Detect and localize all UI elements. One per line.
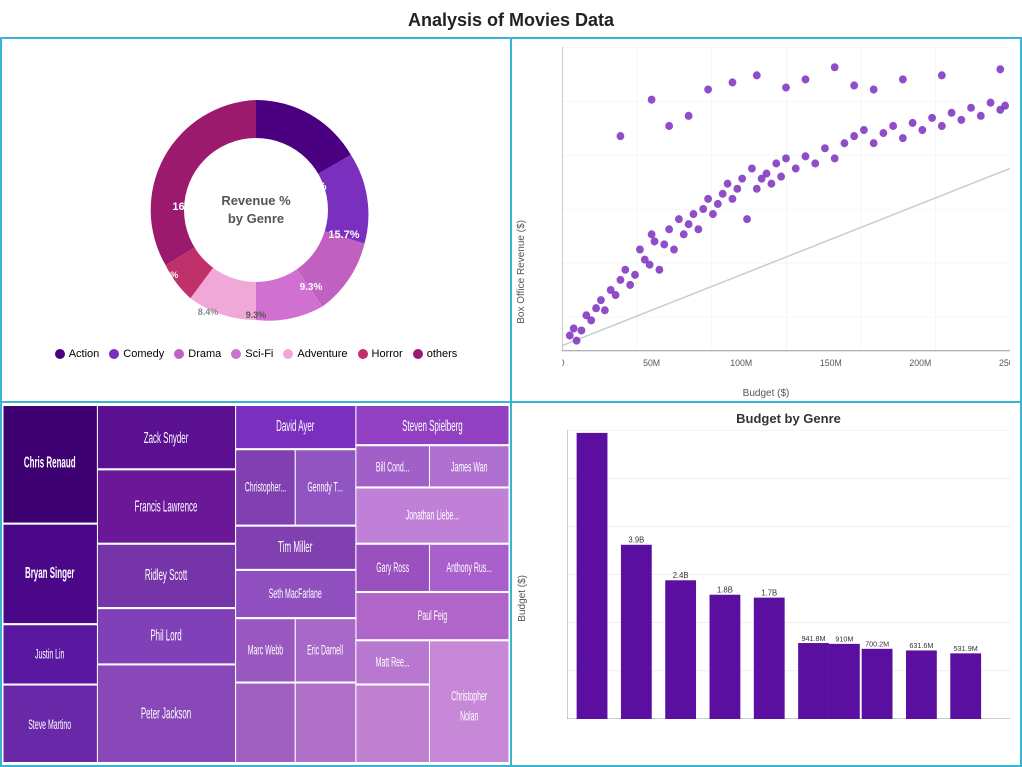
svg-text:1.7B: 1.7B	[761, 588, 777, 597]
svg-text:700.2M: 700.2M	[865, 639, 889, 648]
legend-adventure: Adventure	[283, 348, 347, 360]
svg-text:Nolan: Nolan	[460, 709, 478, 724]
svg-text:Justin Lin: Justin Lin	[35, 647, 64, 662]
svg-text:100M: 100M	[730, 358, 752, 368]
legend-drama: Drama	[174, 348, 221, 360]
svg-text:Anthony Rus...: Anthony Rus...	[446, 561, 492, 576]
svg-text:1.8B: 1.8B	[717, 585, 733, 594]
svg-text:200M: 200M	[909, 358, 931, 368]
bar-y-label: Budget ($)	[517, 575, 528, 622]
svg-text:531.9M: 531.9M	[954, 644, 978, 653]
svg-text:36.3%: 36.3%	[295, 181, 326, 193]
legend-action: Action	[55, 348, 100, 360]
legend-others: others	[413, 348, 458, 360]
svg-text:Eric Darnell: Eric Darnell	[307, 643, 343, 658]
legend-scifi: Sci-Fi	[231, 348, 273, 360]
svg-text:Gary Ross: Gary Ross	[376, 561, 409, 576]
svg-text:Seth MacFarlane: Seth MacFarlane	[269, 587, 322, 602]
scatter-x-label: Budget ($)	[743, 388, 790, 399]
svg-text:Ridley Scott: Ridley Scott	[145, 566, 188, 584]
donut-panel: 36.3% 15.7% 9.3% 9.3% 8.4% 4.2% 16.8% Re…	[1, 38, 511, 402]
svg-text:Matt Ree...: Matt Ree...	[376, 655, 410, 670]
donut-center-label: Revenue % by Genre	[221, 192, 290, 228]
svg-text:Jonathan Liebe...: Jonathan Liebe...	[406, 508, 459, 523]
svg-text:Steve Martino: Steve Martino	[28, 717, 71, 732]
svg-text:Bryan Singer: Bryan Singer	[25, 564, 75, 582]
bar-panel: Budget by Genre Budget ($) 10B 8B 6B 4B …	[511, 402, 1021, 766]
scatter-y-label: Box Office Revenue ($)	[516, 220, 527, 324]
svg-text:150M: 150M	[820, 358, 842, 368]
svg-text:Peter Jackson: Peter Jackson	[141, 705, 191, 723]
svg-text:Marc Webb: Marc Webb	[248, 643, 283, 658]
svg-text:8.4%: 8.4%	[198, 307, 219, 317]
svg-text:Steven Spielberg: Steven Spielberg	[402, 417, 463, 435]
svg-text:0: 0	[562, 358, 564, 368]
svg-text:Genndy T...: Genndy T...	[307, 480, 342, 495]
svg-text:4.2%: 4.2%	[158, 270, 179, 280]
svg-text:David Ayer: David Ayer	[276, 417, 315, 435]
bar-chart-title: Budget by Genre	[567, 411, 1010, 426]
donut-chart: 36.3% 15.7% 9.3% 9.3% 8.4% 4.2% 16.8% Re…	[126, 80, 386, 340]
svg-text:15.7%: 15.7%	[328, 229, 359, 241]
svg-text:631.6M: 631.6M	[909, 641, 933, 650]
svg-text:James Wan: James Wan	[451, 460, 487, 475]
svg-text:Phil Lord: Phil Lord	[150, 626, 181, 644]
svg-text:16.8%: 16.8%	[172, 201, 203, 213]
svg-text:250M: 250M	[999, 358, 1010, 368]
svg-text:941.8M: 941.8M	[802, 634, 826, 643]
dashboard: 36.3% 15.7% 9.3% 9.3% 8.4% 4.2% 16.8% Re…	[0, 37, 1022, 767]
svg-text:Zack Snyder: Zack Snyder	[144, 429, 189, 447]
scatter-panel: Box Office Revenue ($) 0 200M 400M 600M …	[511, 38, 1021, 402]
svg-text:2.4B: 2.4B	[673, 571, 689, 580]
page-title: Analysis of Movies Data	[0, 0, 1022, 37]
svg-text:910M: 910M	[835, 634, 853, 643]
svg-text:9.3%: 9.3%	[246, 310, 267, 320]
svg-text:50M: 50M	[643, 358, 660, 368]
svg-text:Paul Feig: Paul Feig	[418, 609, 447, 624]
svg-text:Chris Renaud: Chris Renaud	[24, 453, 76, 471]
svg-text:Christopher: Christopher	[451, 689, 487, 704]
legend-horror: Horror	[358, 348, 403, 360]
treemap-panel: Chris Renaud Zack Snyder David Ayer Stev…	[1, 402, 511, 766]
svg-text:Christopher...: Christopher...	[245, 480, 286, 495]
legend-comedy: Comedy	[109, 348, 164, 360]
svg-text:Tim Miller: Tim Miller	[278, 538, 313, 556]
svg-text:9.3%: 9.3%	[300, 282, 323, 293]
svg-text:Bill Cond...: Bill Cond...	[376, 460, 410, 475]
donut-legend: Action Comedy Drama Sci-Fi Adventure Hor…	[55, 348, 458, 360]
svg-text:3.9B: 3.9B	[628, 535, 644, 544]
svg-text:Francis Lawrence: Francis Lawrence	[135, 498, 198, 516]
